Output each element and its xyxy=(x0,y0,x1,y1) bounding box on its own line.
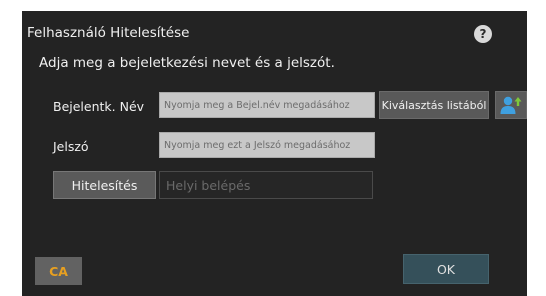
auth-method-field[interactable]: Helyi belépés xyxy=(159,171,373,199)
password-input[interactable]: Nyomja meg ezt a Jelszó megadásához xyxy=(159,132,375,158)
authentication-button[interactable]: Hitelesítés xyxy=(53,171,156,199)
login-name-label: Bejelentk. Név xyxy=(53,99,145,114)
ca-button[interactable]: CA xyxy=(35,257,82,285)
dialog-instructions: Adja meg a bejeletkezési nevet és a jels… xyxy=(39,55,335,71)
select-from-list-button[interactable]: Kiválasztás listából xyxy=(379,91,489,119)
user-list-button[interactable] xyxy=(495,91,527,119)
help-icon[interactable]: ? xyxy=(474,25,492,43)
password-label: Jelszó xyxy=(53,139,89,154)
ok-button[interactable]: OK xyxy=(403,254,489,284)
user-add-icon xyxy=(500,96,522,114)
auth-dialog: Felhasználó Hitelesítése ? Adja meg a be… xyxy=(22,11,527,296)
login-name-input[interactable]: Nyomja meg a Bejel.név megadásához xyxy=(159,92,375,118)
dialog-title: Felhasználó Hitelesítése xyxy=(27,25,190,41)
